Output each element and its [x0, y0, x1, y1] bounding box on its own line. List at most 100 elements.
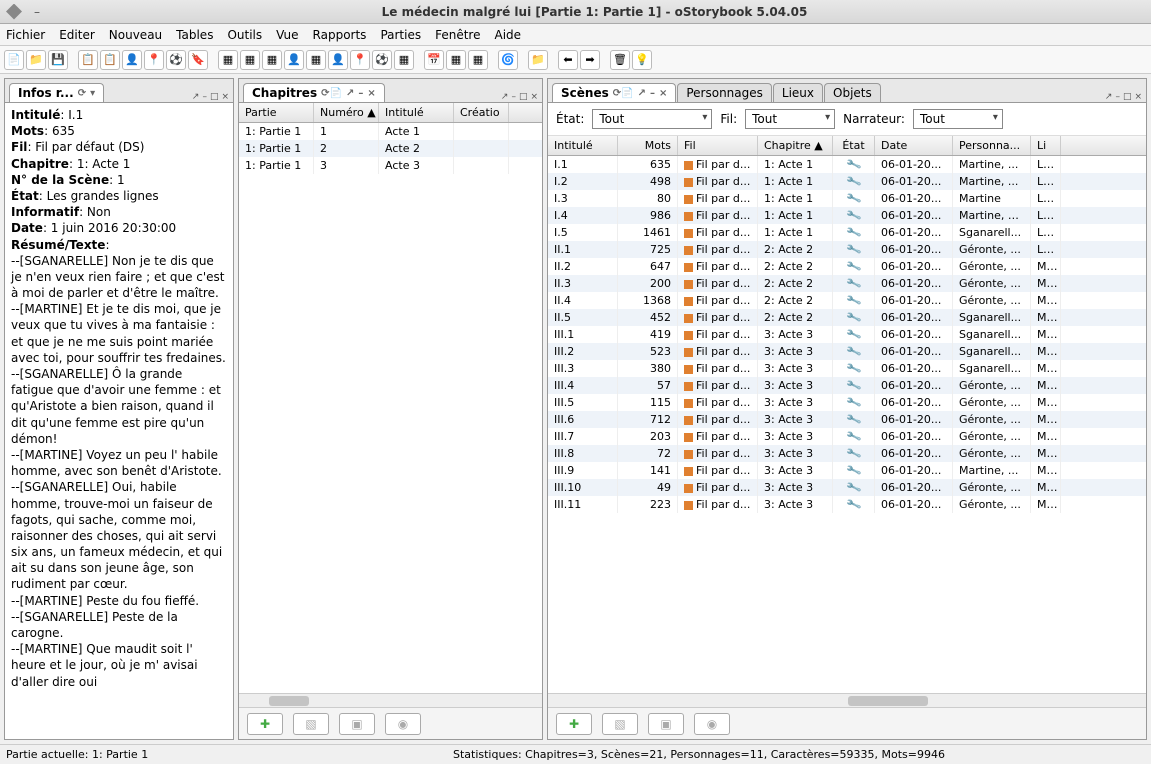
pin-icon[interactable]: ↗: [501, 92, 509, 102]
options-icon[interactable]: ▾: [90, 88, 95, 99]
pin-icon[interactable]: ↗: [1105, 92, 1113, 102]
toolbar-button[interactable]: ➡: [580, 50, 600, 70]
copy-button[interactable]: ▣: [648, 713, 684, 735]
toolbar-button[interactable]: 📍: [350, 50, 370, 70]
toolbar-button[interactable]: 📄: [4, 50, 24, 70]
refresh-icon[interactable]: ⟳📄: [613, 88, 634, 99]
refresh-icon[interactable]: ⟳: [78, 88, 86, 99]
th-pers[interactable]: Personna...: [953, 136, 1031, 155]
close-icon[interactable]: ×: [1134, 92, 1142, 102]
toolbar-button[interactable]: ▦: [306, 50, 326, 70]
table-row[interactable]: III.11223Fil par d...3: Acte 3🔧06-01-20.…: [548, 496, 1146, 513]
min-icon[interactable]: –: [358, 88, 363, 99]
toolbar-button[interactable]: 📅: [424, 50, 444, 70]
min-icon[interactable]: –: [202, 92, 207, 102]
toolbar-button[interactable]: 📁: [26, 50, 46, 70]
table-row[interactable]: 1: Partie 12Acte 2: [239, 140, 542, 157]
menu-outils[interactable]: Outils: [227, 28, 262, 42]
toolbar-button[interactable]: 👤: [284, 50, 304, 70]
menu-nouveau[interactable]: Nouveau: [109, 28, 162, 42]
table-row[interactable]: III.1049Fil par d...3: Acte 3🔧06-01-20..…: [548, 479, 1146, 496]
table-row[interactable]: II.3200Fil par d...2: Acte 2🔧06-01-20...…: [548, 275, 1146, 292]
menu-vue[interactable]: Vue: [276, 28, 298, 42]
max-icon[interactable]: □: [1123, 92, 1132, 102]
tab-lieux[interactable]: Lieux: [773, 83, 823, 102]
toolbar-button[interactable]: ▦: [468, 50, 488, 70]
th-li[interactable]: Li: [1031, 136, 1061, 155]
th-mots[interactable]: Mots: [618, 136, 678, 155]
table-row[interactable]: III.872Fil par d...3: Acte 3🔧06-01-20...…: [548, 445, 1146, 462]
table-row[interactable]: I.4986Fil par d...1: Acte 1🔧06-01-20...M…: [548, 207, 1146, 224]
th-intitule[interactable]: Intitulé: [548, 136, 618, 155]
close-icon[interactable]: ×: [367, 88, 375, 99]
th-numero[interactable]: Numéro ▲: [314, 103, 379, 122]
toolbar-button[interactable]: 📍: [144, 50, 164, 70]
table-row[interactable]: III.6712Fil par d...3: Acte 3🔧06-01-20..…: [548, 411, 1146, 428]
filter-narr-combo[interactable]: Tout: [913, 109, 1003, 129]
table-row[interactable]: II.5452Fil par d...2: Acte 2🔧06-01-20...…: [548, 309, 1146, 326]
add-button[interactable]: ✚: [247, 713, 283, 735]
pin-icon[interactable]: ↗: [638, 88, 646, 99]
th-chapitre[interactable]: Chapitre ▲: [758, 136, 833, 155]
delete-button[interactable]: ▧: [293, 713, 329, 735]
close-icon[interactable]: ×: [659, 88, 667, 99]
table-row[interactable]: II.2647Fil par d...2: Acte 2🔧06-01-20...…: [548, 258, 1146, 275]
close-icon[interactable]: ×: [530, 92, 538, 102]
max-icon[interactable]: □: [210, 92, 219, 102]
menu-rapports[interactable]: Rapports: [313, 28, 367, 42]
refresh-icon[interactable]: ⟳📄: [321, 88, 342, 99]
table-row[interactable]: III.2523Fil par d...3: Acte 3🔧06-01-20..…: [548, 343, 1146, 360]
pin-icon[interactable]: ↗: [192, 92, 200, 102]
table-row[interactable]: I.2498Fil par d...1: Acte 1🔧06-01-20...M…: [548, 173, 1146, 190]
menu-aide[interactable]: Aide: [494, 28, 521, 42]
toolbar-button[interactable]: 👤: [122, 50, 142, 70]
th-date[interactable]: Date: [875, 136, 953, 155]
th-intitule[interactable]: Intitulé: [379, 103, 454, 122]
toolbar-button[interactable]: ▦: [262, 50, 282, 70]
table-row[interactable]: III.3380Fil par d...3: Acte 3🔧06-01-20..…: [548, 360, 1146, 377]
table-row[interactable]: III.7203Fil par d...3: Acte 3🔧06-01-20..…: [548, 428, 1146, 445]
h-scrollbar[interactable]: [548, 693, 1146, 707]
table-row[interactable]: III.1419Fil par d...3: Acte 3🔧06-01-20..…: [548, 326, 1146, 343]
table-row[interactable]: III.5115Fil par d...3: Acte 3🔧06-01-20..…: [548, 394, 1146, 411]
table-row[interactable]: II.1725Fil par d...2: Acte 2🔧06-01-20...…: [548, 241, 1146, 258]
pin-icon[interactable]: ↗: [346, 88, 354, 99]
tab-infos[interactable]: Infos r... ⟳ ▾: [9, 83, 104, 102]
min-icon[interactable]: –: [650, 88, 655, 99]
minimize-icon[interactable]: –: [34, 5, 40, 19]
menu-fichier[interactable]: Fichier: [6, 28, 45, 42]
table-row[interactable]: III.9141Fil par d...3: Acte 3🔧06-01-20..…: [548, 462, 1146, 479]
toolbar-button[interactable]: 📋: [100, 50, 120, 70]
toolbar-button[interactable]: ▦: [394, 50, 414, 70]
toolbar-button[interactable]: ⚽: [166, 50, 186, 70]
table-row[interactable]: I.1635Fil par d...1: Acte 1🔧06-01-20...M…: [548, 156, 1146, 173]
table-row[interactable]: 1: Partie 13Acte 3: [239, 157, 542, 174]
toolbar-button[interactable]: 🔖: [188, 50, 208, 70]
close-icon[interactable]: ×: [221, 92, 229, 102]
toolbar-button[interactable]: 🌀: [498, 50, 518, 70]
table-row[interactable]: II.41368Fil par d...2: Acte 2🔧06-01-20..…: [548, 292, 1146, 309]
add-button[interactable]: ✚: [556, 713, 592, 735]
toolbar-button[interactable]: ▦: [240, 50, 260, 70]
toolbar-button[interactable]: 💾: [48, 50, 68, 70]
delete-button[interactable]: ▧: [602, 713, 638, 735]
th-etat[interactable]: État: [833, 136, 875, 155]
refresh-button[interactable]: ◉: [694, 713, 730, 735]
toolbar-button[interactable]: ⬅: [558, 50, 578, 70]
toolbar-button[interactable]: 📁: [528, 50, 548, 70]
menu-parties[interactable]: Parties: [380, 28, 421, 42]
filter-etat-combo[interactable]: Tout: [592, 109, 712, 129]
th-partie[interactable]: Partie: [239, 103, 314, 122]
refresh-button[interactable]: ◉: [385, 713, 421, 735]
table-row[interactable]: I.51461Fil par d...1: Acte 1🔧06-01-20...…: [548, 224, 1146, 241]
toolbar-button[interactable]: ▦: [218, 50, 238, 70]
tab-scenes[interactable]: Scènes ⟳📄 ↗ – ×: [552, 83, 676, 102]
min-icon[interactable]: –: [511, 92, 516, 102]
table-row[interactable]: 1: Partie 11Acte 1: [239, 123, 542, 140]
th-creation[interactable]: Créatio: [454, 103, 509, 122]
toolbar-button[interactable]: 💡: [632, 50, 652, 70]
tab-chapitres[interactable]: Chapitres ⟳📄 ↗ – ×: [243, 83, 385, 102]
copy-button[interactable]: ▣: [339, 713, 375, 735]
toolbar-button[interactable]: ⚽: [372, 50, 392, 70]
toolbar-button[interactable]: 🗑: [610, 50, 630, 70]
